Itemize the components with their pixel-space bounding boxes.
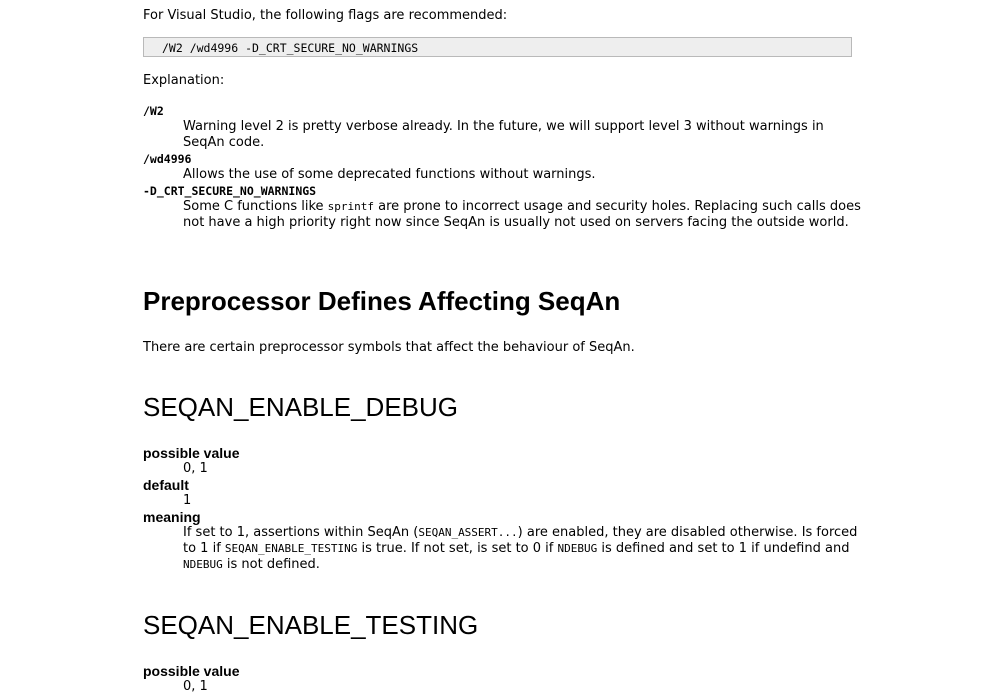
testing-possible-value: 0, 1: [183, 679, 208, 694]
testing-heading: SEQAN_ENABLE_TESTING: [143, 610, 479, 640]
flag-desc-crt-secure: Some C functions like sprintf are prone …: [183, 199, 861, 230]
debug-possible-label: possible value: [143, 445, 240, 461]
flag-term-wd4996: /wd4996: [143, 152, 192, 166]
code-block: /W2 /wd4996 -D_CRT_SECURE_NO_WARNINGS: [143, 37, 852, 57]
inline-code-seqan-enable-testing: SEQAN_ENABLE_TESTING: [224, 542, 358, 555]
inline-code-sprintf: sprintf: [327, 200, 374, 213]
debug-heading: SEQAN_ENABLE_DEBUG: [143, 392, 459, 422]
explanation-label: Explanation:: [143, 73, 225, 88]
flag-desc-wd4996: Allows the use of some deprecated functi…: [183, 167, 596, 182]
intro-text: For Visual Studio, the following flags a…: [143, 8, 508, 23]
inline-code-ndebug: NDEBUG: [183, 558, 223, 571]
debug-meaning-text: If set to 1, assertions within SeqAn (SE…: [183, 525, 858, 572]
section-intro: There are certain preprocessor symbols t…: [143, 340, 635, 355]
flag-term-crt-secure: -D_CRT_SECURE_NO_WARNINGS: [143, 184, 317, 198]
debug-default-label: default: [143, 477, 189, 493]
section-heading: Preprocessor Defines Affecting SeqAn: [143, 286, 621, 316]
debug-default-value: 1: [183, 493, 192, 508]
flag-term-w2: /W2: [143, 104, 164, 118]
debug-possible-value: 0, 1: [183, 461, 208, 476]
inline-code-ndebug: NDEBUG: [557, 542, 598, 555]
testing-possible-label: possible value: [143, 663, 240, 679]
debug-meaning-label: meaning: [143, 509, 201, 525]
inline-code-seqan-assert: SEQAN_ASSERT...: [418, 526, 518, 539]
flag-desc-w2: Warning level 2 is pretty verbose alread…: [183, 119, 824, 150]
